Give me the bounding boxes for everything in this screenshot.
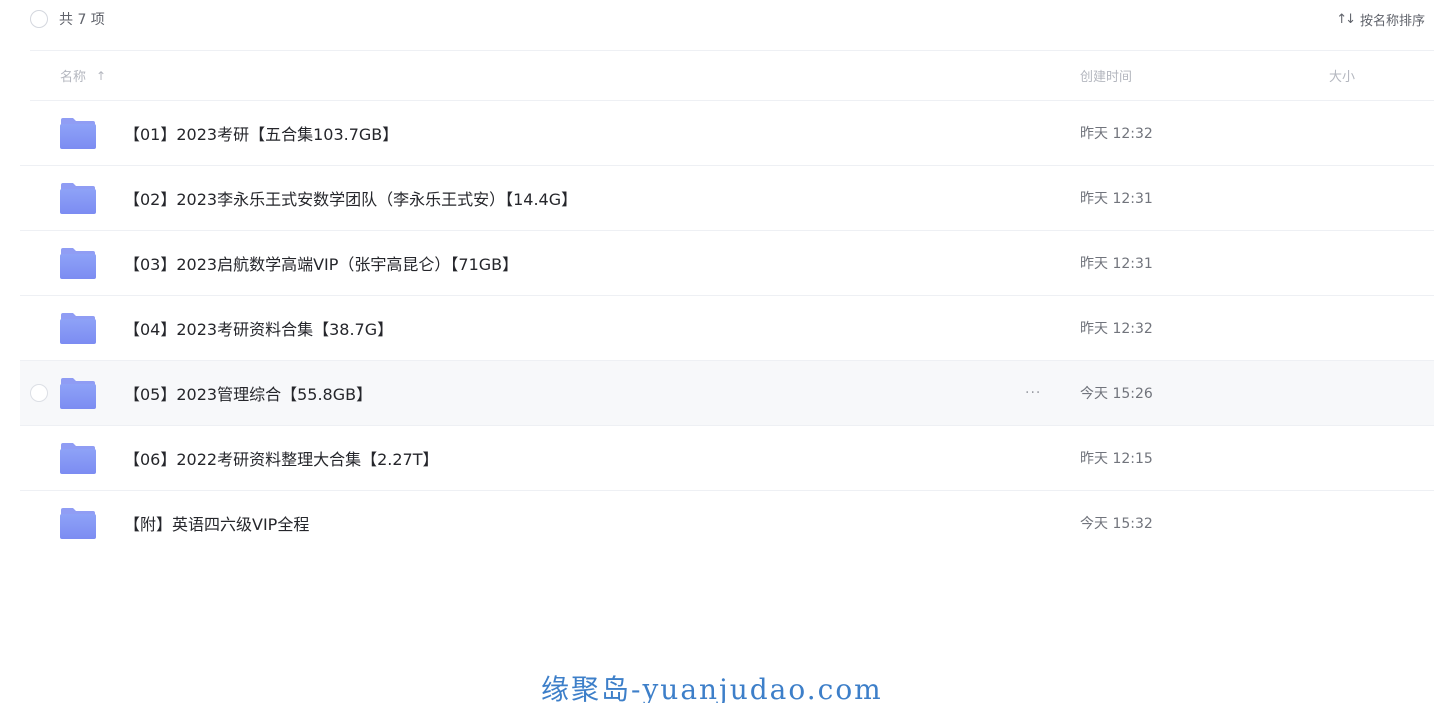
sort-by-name-button[interactable]: ↑↓ 按名称排序: [1336, 0, 1425, 38]
folder-icon: [60, 118, 96, 149]
file-name[interactable]: 【附】英语四六级VIP全程: [124, 511, 309, 535]
sort-ascending-icon: ↑: [96, 68, 107, 83]
file-list: 【01】2023考研【五合集103.7GB】 昨天 12:32 【02】2023李…: [20, 101, 1434, 555]
folder-icon: [60, 313, 96, 344]
created-time: 昨天 12:32: [1080, 321, 1153, 337]
file-name[interactable]: 【04】2023考研资料合集【38.7G】: [124, 316, 393, 340]
file-name[interactable]: 【01】2023考研【五合集103.7GB】: [124, 121, 398, 145]
file-row[interactable]: 【05】2023管理综合【55.8GB】 ··· 今天 15:26: [20, 361, 1434, 426]
folder-icon: [60, 378, 96, 409]
folder-icon: [60, 183, 96, 214]
column-created-time[interactable]: 创建时间: [1080, 51, 1132, 100]
created-time: 今天 15:32: [1080, 516, 1153, 532]
folder-icon: [60, 443, 96, 474]
column-name[interactable]: 名称 ↑: [60, 51, 106, 100]
created-time: 昨天 12:31: [1080, 191, 1153, 207]
file-name[interactable]: 【03】2023启航数学高端VIP（张宇高昆仑）【71GB】: [124, 251, 518, 275]
file-row[interactable]: 【附】英语四六级VIP全程 今天 15:32: [20, 491, 1434, 555]
row-checkbox[interactable]: [30, 384, 48, 402]
column-size[interactable]: 大小: [1329, 51, 1355, 100]
folder-icon: [60, 508, 96, 539]
item-count: 共 7 项: [59, 12, 105, 28]
watermark: 缘聚岛-yuanjudao.com: [541, 673, 883, 703]
created-time: 今天 15:26: [1080, 386, 1153, 402]
file-row[interactable]: 【04】2023考研资料合集【38.7G】 昨天 12:32: [20, 296, 1434, 361]
created-time: 昨天 12:15: [1080, 451, 1153, 467]
file-name[interactable]: 【05】2023管理综合【55.8GB】: [124, 381, 372, 405]
created-time: 昨天 12:32: [1080, 126, 1153, 142]
folder-icon: [60, 248, 96, 279]
file-name[interactable]: 【06】2022考研资料整理大合集【2.27T】: [124, 446, 438, 470]
created-time: 昨天 12:31: [1080, 256, 1153, 272]
file-row[interactable]: 【02】2023李永乐王式安数学团队（李永乐王式安）【14.4G】 昨天 12:3…: [20, 166, 1434, 231]
file-row[interactable]: 【06】2022考研资料整理大合集【2.27T】 昨天 12:15: [20, 426, 1434, 491]
file-name[interactable]: 【02】2023李永乐王式安数学团队（李永乐王式安）【14.4G】: [124, 186, 577, 210]
sort-arrows-icon: ↑↓: [1336, 11, 1356, 27]
file-row[interactable]: 【03】2023启航数学高端VIP（张宇高昆仑）【71GB】 昨天 12:31: [20, 231, 1434, 296]
file-row[interactable]: 【01】2023考研【五合集103.7GB】 昨天 12:32: [20, 101, 1434, 166]
column-header: 名称 ↑ 创建时间 大小: [30, 51, 1434, 100]
file-list-page: 共 7 项 ↑↓ 按名称排序 名称 ↑ 创建时间 大小 【01】2023考研【五…: [0, 0, 1434, 703]
select-all-checkbox[interactable]: [30, 10, 48, 28]
sort-label: 按名称排序: [1359, 13, 1425, 29]
more-actions-button[interactable]: ···: [1025, 385, 1041, 401]
list-toolbar: 共 7 项 ↑↓ 按名称排序: [30, 0, 1434, 38]
